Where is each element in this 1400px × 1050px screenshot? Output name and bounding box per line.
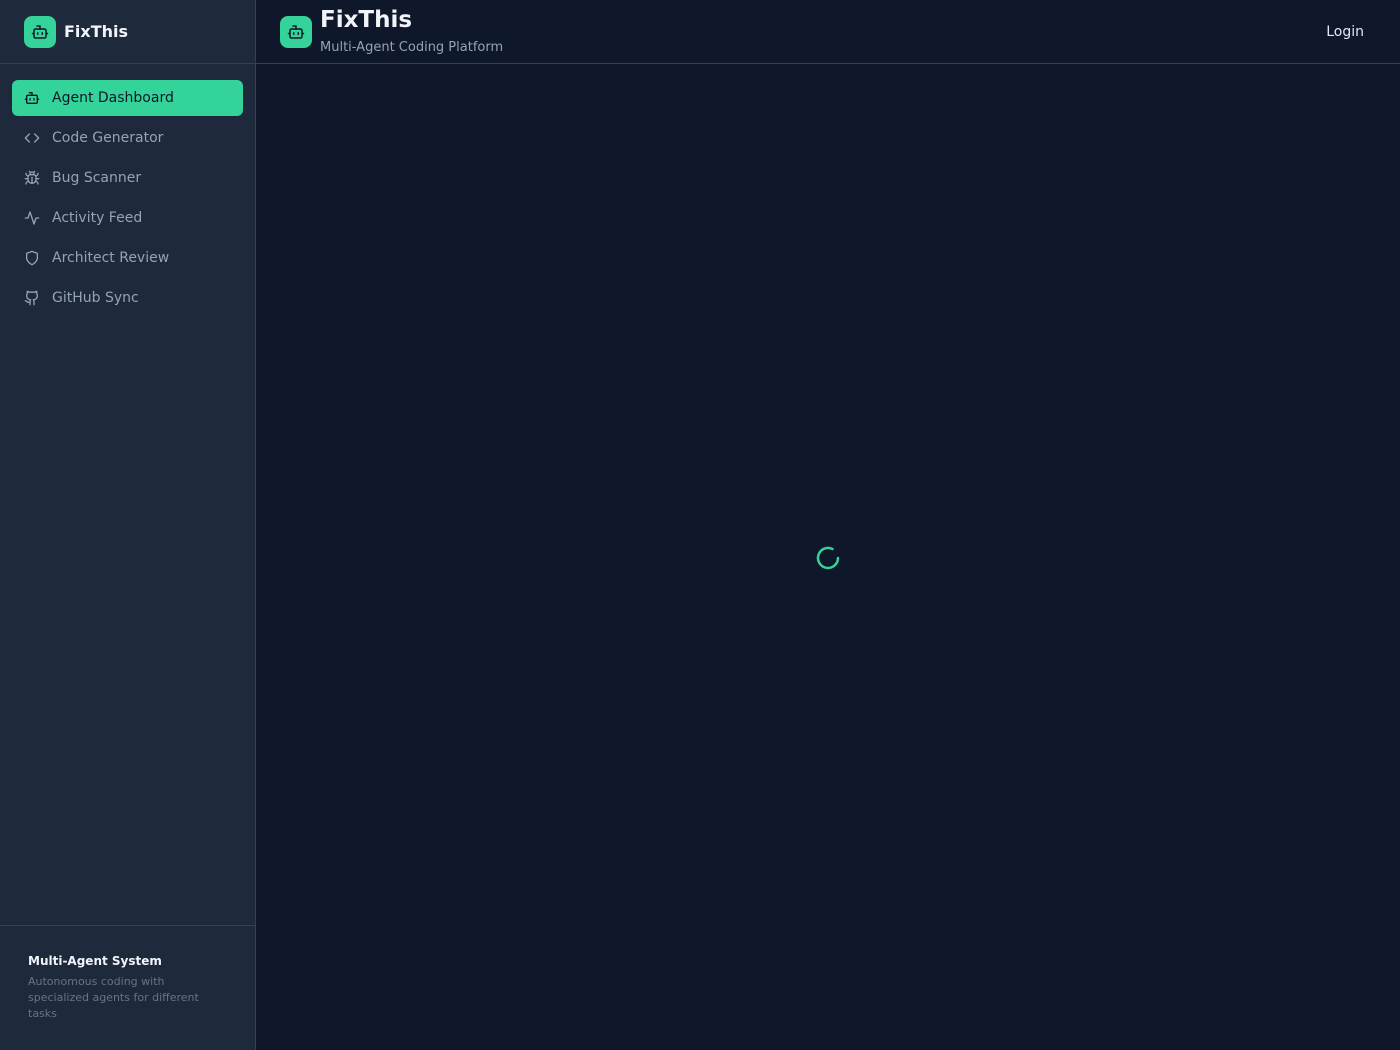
sidebar-header: FixThis (0, 0, 255, 64)
code-icon (24, 130, 40, 146)
sidebar-footer: Multi-Agent System Autonomous coding wit… (0, 925, 255, 1050)
page-title: FixThis (320, 7, 413, 33)
sidebar-item-label: Agent Dashboard (52, 90, 174, 106)
sidebar-nav: Agent Dashboard Code Generator Bug Scann… (0, 64, 255, 336)
sidebar-item-architect-review[interactable]: Architect Review (12, 240, 243, 276)
bot-logo-icon (280, 16, 312, 48)
sidebar-item-label: Bug Scanner (52, 170, 142, 186)
sidebar-item-code-generator[interactable]: Code Generator (12, 120, 243, 156)
sidebar-footer-title: Multi-Agent System (28, 954, 162, 968)
sidebar-item-label: GitHub Sync (52, 290, 139, 306)
sidebar-item-label: Architect Review (52, 250, 170, 266)
bug-icon (24, 170, 40, 186)
sidebar-footer-text: Autonomous coding with specialized agent… (28, 975, 199, 1020)
sidebar-item-agent-dashboard[interactable]: Agent Dashboard (12, 80, 243, 116)
sidebar-item-label: Activity Feed (52, 210, 143, 226)
main-content (256, 64, 1400, 1050)
sidebar-item-activity-feed[interactable]: Activity Feed (12, 200, 243, 236)
bot-icon (24, 90, 40, 106)
shield-icon (24, 250, 40, 266)
spinner-icon (814, 544, 842, 572)
sidebar-item-bug-scanner[interactable]: Bug Scanner (12, 160, 243, 196)
login-button[interactable]: Login (1314, 18, 1376, 46)
activity-icon (24, 210, 40, 226)
top-bar: FixThis Multi-Agent Coding Platform Logi… (256, 0, 1400, 64)
sidebar-brand: FixThis (64, 22, 129, 41)
github-icon (24, 290, 40, 306)
sidebar-item-label: Code Generator (52, 130, 164, 146)
sidebar: FixThis Agent Dashboard Code Generator B… (0, 0, 256, 1050)
page-subtitle: Multi-Agent Coding Platform (320, 40, 504, 55)
sidebar-item-github-sync[interactable]: GitHub Sync (12, 280, 243, 316)
bot-logo-icon (24, 15, 56, 48)
